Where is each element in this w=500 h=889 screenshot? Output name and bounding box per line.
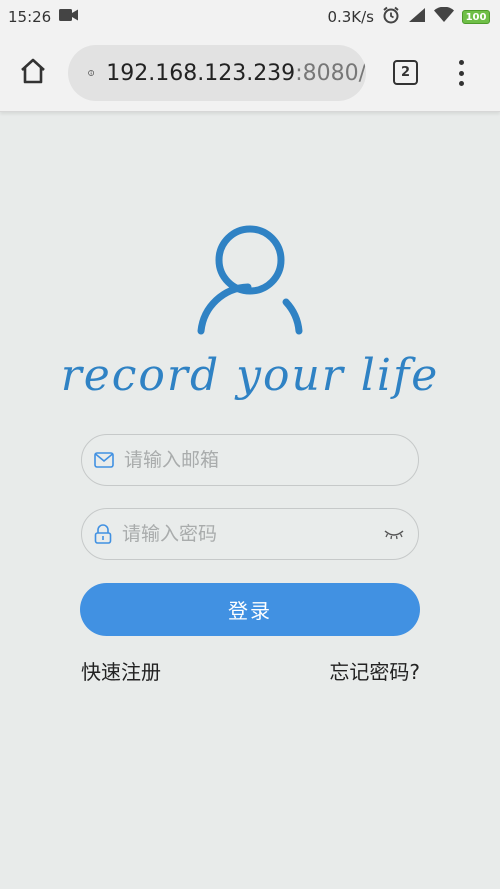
status-right: 0.3K/s 100: [327, 6, 490, 28]
tab-count: 2: [400, 65, 411, 80]
slogan: record your life: [60, 350, 440, 401]
password-input[interactable]: [122, 523, 362, 545]
url-port: :8080/: [295, 60, 366, 86]
password-field[interactable]: [81, 508, 419, 560]
login-button[interactable]: 登录: [80, 583, 420, 636]
info-icon[interactable]: [88, 61, 95, 85]
url-text: 192.168.123.239:8080/: [106, 61, 366, 86]
signal-icon: [408, 7, 426, 27]
user-avatar-icon: [197, 225, 303, 335]
battery-icon: 100: [462, 10, 490, 24]
lock-icon: [94, 524, 112, 544]
browser-toolbar: 192.168.123.239:8080/ 2: [0, 34, 500, 112]
wifi-icon: [434, 6, 454, 27]
video-camera-icon: [59, 8, 79, 26]
email-field[interactable]: [81, 434, 419, 486]
address-bar[interactable]: 192.168.123.239:8080/: [68, 45, 366, 101]
email-input[interactable]: [124, 449, 364, 471]
tabs-icon[interactable]: 2: [393, 60, 418, 85]
status-left: 15:26: [8, 8, 79, 26]
more-vert-icon[interactable]: [452, 58, 470, 88]
register-link[interactable]: 快速注册: [81, 656, 161, 685]
battery-level: 100: [465, 11, 487, 23]
home-icon: [21, 58, 45, 84]
url-host: 192.168.123.239: [106, 60, 296, 86]
alarm-icon: [382, 6, 400, 28]
home-button[interactable]: [16, 54, 50, 88]
network-speed: 0.3K/s: [327, 8, 374, 26]
eye-closed-icon[interactable]: [384, 527, 404, 541]
forgot-password-link[interactable]: 忘记密码?: [329, 656, 420, 685]
status-time: 15:26: [8, 8, 52, 26]
status-bar: 15:26 0.3K/s 100: [0, 0, 500, 34]
mail-icon: [94, 452, 114, 468]
